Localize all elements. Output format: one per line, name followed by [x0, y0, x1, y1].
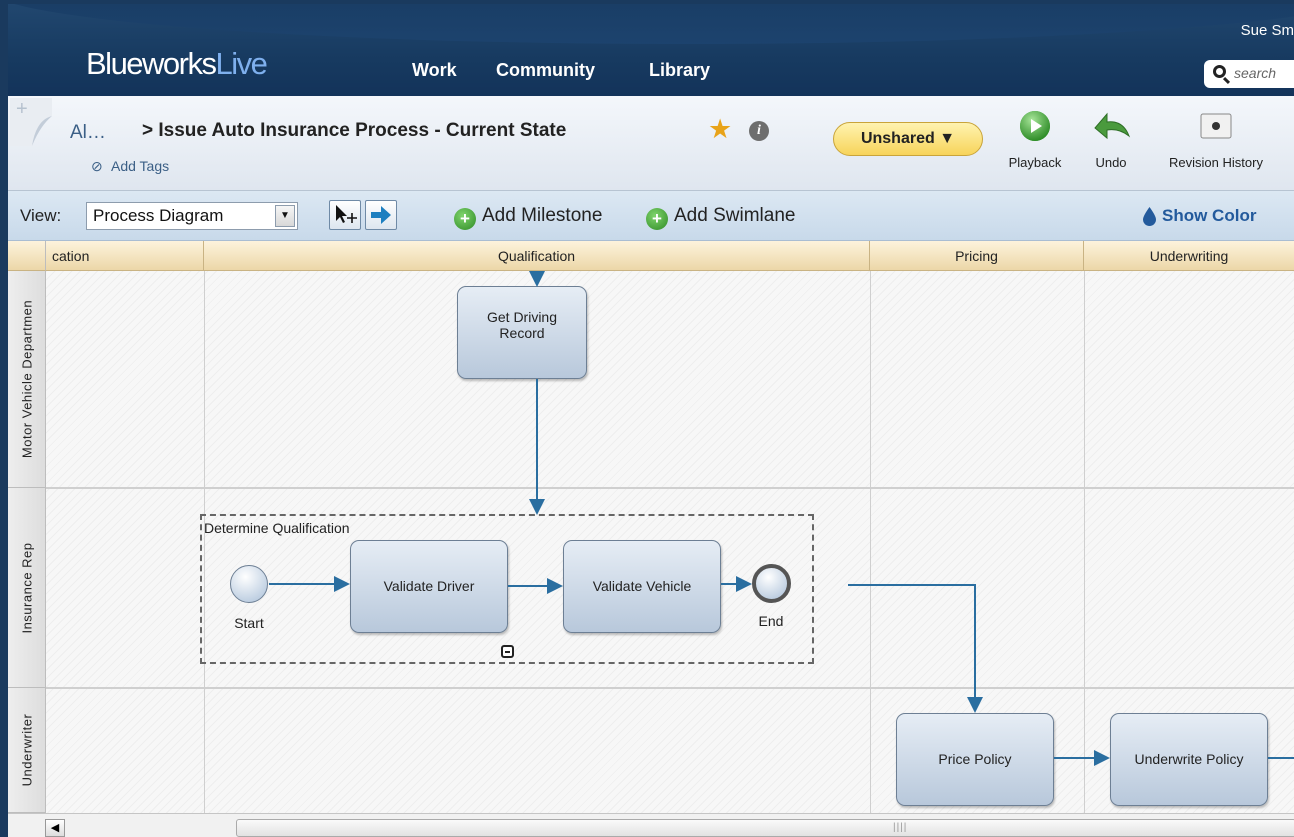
- search-icon: [1213, 65, 1226, 78]
- breadcrumb[interactable]: Al…: [70, 122, 106, 144]
- camera-icon: [1200, 113, 1232, 139]
- top-navigation-bar: BlueworksLive Work Community Library Sue…: [8, 4, 1294, 96]
- connector-subprocess-to-price-policy: [848, 584, 983, 713]
- process-diagram-canvas[interactable]: cation Qualification Pricing Underwritin…: [8, 241, 1294, 813]
- user-name[interactable]: Sue Sm: [1241, 22, 1294, 39]
- add-milestone-button[interactable]: + Add Milestone: [454, 205, 602, 230]
- chevron-down-icon: ▼: [275, 205, 295, 227]
- show-colors-button[interactable]: Show Color: [1162, 206, 1256, 226]
- flow-connectors: [269, 271, 1294, 766]
- undo-button[interactable]: Undo: [1088, 110, 1134, 170]
- undo-label: Undo: [1095, 155, 1127, 170]
- add-swimlane-label: Add Swimlane: [674, 205, 796, 226]
- info-icon[interactable]: i: [749, 121, 769, 141]
- page-title: > Issue Auto Insurance Process - Current…: [142, 120, 567, 141]
- diagram-toolbar: View: Process Diagram ▼ + Add Milestone +…: [8, 191, 1294, 241]
- scroll-left-button[interactable]: ◀: [45, 819, 65, 837]
- add-swimlane-button[interactable]: + Add Swimlane: [646, 205, 795, 230]
- view-select[interactable]: Process Diagram ▼: [86, 202, 298, 230]
- tag-icon: ⊘: [91, 158, 103, 174]
- color-drop-icon: [1143, 207, 1156, 226]
- revision-history-label: Revision History: [1169, 155, 1263, 170]
- add-tags-link[interactable]: Add Tags: [111, 158, 169, 174]
- nav-community[interactable]: Community: [496, 60, 595, 81]
- revision-history-button[interactable]: Revision History: [1152, 110, 1280, 170]
- process-title-bar: + Al… > Issue Auto Insurance Process - C…: [8, 96, 1294, 191]
- svg-text:+: +: [16, 98, 28, 120]
- playback-button[interactable]: Playback: [1000, 110, 1070, 170]
- app-logo[interactable]: BlueworksLive: [86, 46, 268, 82]
- connect-tool-button[interactable]: [365, 200, 397, 230]
- share-status-button[interactable]: Unshared ▼: [833, 122, 983, 156]
- scroll-thumb[interactable]: [236, 819, 1294, 837]
- new-page-corner-icon[interactable]: +: [10, 98, 52, 146]
- add-icon: +: [454, 208, 476, 230]
- select-tool-button[interactable]: [329, 200, 361, 230]
- arrow-right-icon: [371, 206, 391, 224]
- search-input[interactable]: search: [1204, 60, 1294, 88]
- add-milestone-label: Add Milestone: [482, 205, 603, 226]
- nav-library[interactable]: Library: [649, 60, 710, 81]
- favorite-star-icon[interactable]: ★: [708, 116, 732, 143]
- undo-icon: [1094, 112, 1131, 140]
- horizontal-scrollbar[interactable]: ◀ ||||: [8, 813, 1294, 837]
- view-select-value: Process Diagram: [93, 206, 224, 225]
- add-icon: +: [646, 208, 668, 230]
- scroll-grip-icon: ||||: [893, 822, 908, 833]
- nav-work[interactable]: Work: [412, 60, 457, 81]
- search-placeholder: search: [1234, 65, 1277, 81]
- playback-label: Playback: [1008, 155, 1062, 170]
- play-icon: [1020, 111, 1050, 141]
- pointer-move-icon: [336, 205, 357, 223]
- view-label: View:: [20, 206, 62, 225]
